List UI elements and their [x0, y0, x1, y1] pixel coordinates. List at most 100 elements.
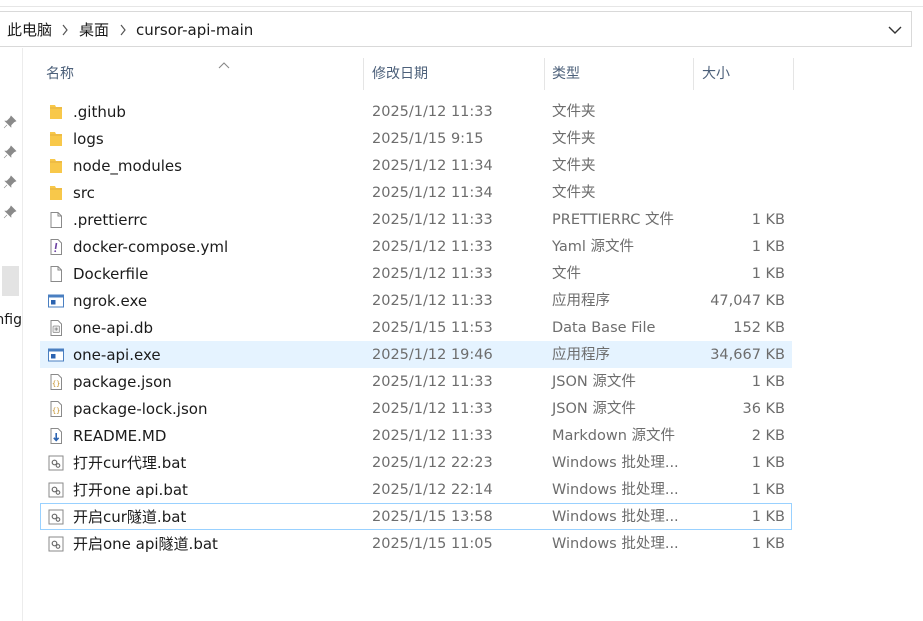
column-header-modified[interactable]: 修改日期 — [372, 58, 428, 90]
file-size: 1 KB — [751, 482, 785, 498]
file-type: JSON 源文件 — [552, 401, 636, 417]
file-name: one-api.db — [73, 319, 154, 337]
pin-icon[interactable] — [3, 205, 17, 219]
pin-icon[interactable] — [3, 175, 17, 189]
file-modified-date: 2025/1/12 11:33 — [372, 401, 493, 417]
file-name: 打开one api.bat — [73, 481, 188, 499]
file-size: 2 KB — [751, 428, 785, 444]
file-row[interactable]: .github 2025/1/12 11:33 文件夹 — [40, 98, 792, 125]
file-type: 文件夹 — [552, 104, 596, 120]
file-size: 1 KB — [751, 239, 785, 255]
nav-pane-item-label[interactable]: nfig — [0, 312, 22, 328]
file-type: Markdown 源文件 — [552, 428, 675, 444]
file-type: 文件夹 — [552, 131, 596, 147]
file-modified-date: 2025/1/12 11:33 — [372, 374, 493, 390]
file-row[interactable]: {} package.json 2025/1/12 11:33 JSON 源文件 1 K… — [40, 368, 792, 395]
file-type: 文件 — [552, 266, 581, 282]
file-row[interactable]: 开启one api隧道.bat 2025/1/15 11:05 Windows 批处… — [40, 530, 792, 557]
file-modified-date: 2025/1/12 19:46 — [372, 347, 493, 363]
file-name: .prettierrc — [73, 211, 148, 229]
bat-file-icon — [47, 454, 65, 472]
file-type: JSON 源文件 — [552, 374, 636, 390]
file-name: package.json — [73, 373, 172, 391]
column-header-name[interactable]: 名称 — [46, 58, 74, 90]
navigation-pane[interactable]: nfig — [0, 48, 23, 621]
file-row[interactable]: one-api.db 2025/1/15 11:53 Data Base File 1… — [40, 314, 792, 341]
folder-icon — [47, 130, 65, 148]
file-modified-date: 2025/1/12 11:33 — [372, 266, 493, 282]
file-size: 152 KB — [733, 320, 785, 336]
file-size: 47,047 KB — [710, 293, 785, 309]
breadcrumb-desktop[interactable]: 桌面 — [79, 12, 109, 48]
breadcrumb-separator-icon[interactable] — [118, 12, 128, 48]
file-size: 1 KB — [751, 536, 785, 552]
file-name: 开启cur隧道.bat — [73, 508, 187, 526]
svg-text:{}: {} — [52, 380, 60, 388]
file-modified-date: 2025/1/12 11:34 — [372, 185, 493, 201]
file-row[interactable]: ngrok.exe 2025/1/12 11:33 应用程序 47,047 KB — [40, 287, 792, 314]
breadcrumb-current-folder[interactable]: cursor-api-main — [136, 12, 253, 48]
file-name: README.MD — [73, 427, 167, 445]
file-name: .github — [73, 103, 126, 121]
file-type: Yaml 源文件 — [552, 239, 635, 255]
column-header-type[interactable]: 类型 — [552, 58, 580, 90]
file-type: 应用程序 — [552, 347, 610, 363]
bat-file-icon — [47, 535, 65, 553]
file-type: 文件夹 — [552, 185, 596, 201]
file-size: 1 KB — [751, 266, 785, 282]
breadcrumb-separator-icon[interactable] — [60, 12, 70, 48]
json-file-icon: {} — [47, 373, 65, 391]
column-divider[interactable] — [544, 58, 545, 90]
file-row[interactable]: 打开one api.bat 2025/1/12 22:14 Windows 批处理.… — [40, 476, 792, 503]
file-modified-date: 2025/1/12 11:33 — [372, 428, 493, 444]
file-name: node_modules — [73, 157, 182, 175]
file-type: Windows 批处理... — [552, 455, 679, 471]
nav-pane-scroll-thumb[interactable] — [2, 266, 19, 296]
file-row[interactable]: one-api.exe 2025/1/12 19:46 应用程序 34,667 KB — [40, 341, 792, 368]
file-name: ngrok.exe — [73, 292, 148, 310]
file-modified-date: 2025/1/12 11:33 — [372, 293, 493, 309]
pin-icon[interactable] — [3, 115, 17, 129]
file-row[interactable]: README.MD 2025/1/12 11:33 Markdown 源文件 2 KB — [40, 422, 792, 449]
breadcrumb-this-pc[interactable]: 此电脑 — [7, 12, 52, 48]
column-divider[interactable] — [693, 58, 694, 90]
file-modified-date: 2025/1/15 13:58 — [372, 509, 493, 525]
column-header: 名称 修改日期 类型 大小 — [22, 58, 802, 90]
address-history-chevron-down-icon[interactable] — [885, 12, 905, 48]
file-name: Dockerfile — [73, 265, 149, 283]
pin-icon[interactable] — [3, 145, 17, 159]
file-row[interactable]: {} package-lock.json 2025/1/12 11:33 JSON 源… — [40, 395, 792, 422]
file-modified-date: 2025/1/12 22:14 — [372, 482, 493, 498]
yaml-file-icon — [47, 238, 65, 256]
file-row[interactable]: .prettierrc 2025/1/12 11:33 PRETTIERRC 文件 1… — [40, 206, 792, 233]
file-name: package-lock.json — [73, 400, 208, 418]
column-divider[interactable] — [793, 58, 794, 90]
file-name: logs — [73, 130, 104, 148]
file-type: Data Base File — [552, 320, 656, 336]
column-header-size[interactable]: 大小 — [702, 58, 730, 90]
file-name: 开启one api隧道.bat — [73, 535, 218, 553]
file-explorer-window: 此电脑 桌面 cursor-api-main nfig 名称 修改日期 类型 大… — [0, 0, 923, 621]
file-type: 文件夹 — [552, 158, 596, 174]
file-row[interactable]: src 2025/1/12 11:34 文件夹 — [40, 179, 792, 206]
file-row[interactable]: node_modules 2025/1/12 11:34 文件夹 — [40, 152, 792, 179]
address-bar[interactable]: 此电脑 桌面 cursor-api-main — [0, 11, 912, 47]
file-modified-date: 2025/1/12 11:33 — [372, 239, 493, 255]
sort-ascending-icon — [218, 56, 230, 75]
exe-icon — [47, 346, 65, 364]
file-type: PRETTIERRC 文件 — [552, 212, 675, 228]
file-row[interactable]: 打开cur代理.bat 2025/1/12 22:23 Windows 批处理...… — [40, 449, 792, 476]
file-row[interactable]: Dockerfile 2025/1/12 11:33 文件 1 KB — [40, 260, 792, 287]
file-row[interactable]: docker-compose.yml 2025/1/12 11:33 Yaml 源文… — [40, 233, 792, 260]
file-row[interactable]: 开启cur隧道.bat 2025/1/15 13:58 Windows 批处理...… — [40, 503, 792, 530]
column-divider[interactable] — [363, 58, 364, 90]
blank-file-icon — [47, 265, 65, 283]
file-type: 应用程序 — [552, 293, 610, 309]
file-size: 1 KB — [751, 455, 785, 471]
file-row[interactable]: logs 2025/1/15 9:15 文件夹 — [40, 125, 792, 152]
file-size: 36 KB — [742, 401, 785, 417]
file-modified-date: 2025/1/12 11:33 — [372, 104, 493, 120]
exe-icon — [47, 292, 65, 310]
blank-file-icon — [47, 211, 65, 229]
svg-text:{}: {} — [52, 407, 60, 415]
